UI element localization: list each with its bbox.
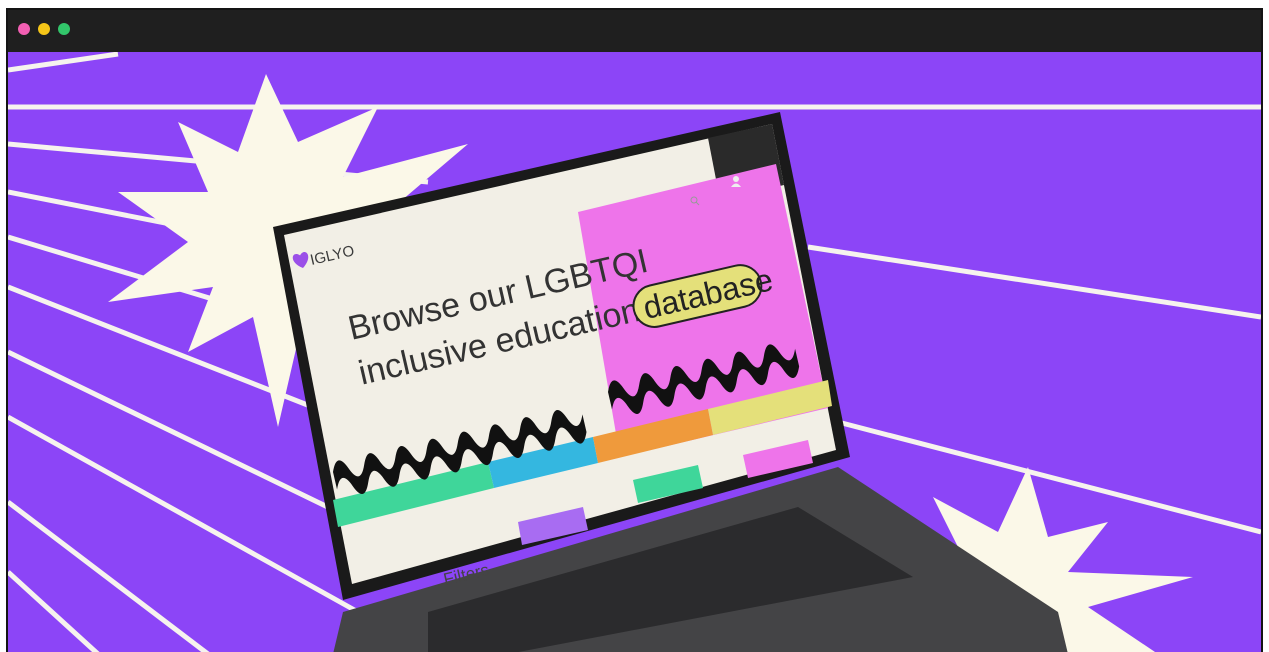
window-title-bar [8,10,1261,52]
line-7 [8,500,210,652]
close-dot[interactable] [18,23,30,35]
hero-illustration: IGLYO Browse our LGBTQI inclusive educat… [8,52,1261,652]
browser-frame: IGLYO Browse our LGBTQI inclusive educat… [6,8,1263,652]
line-6 [8,414,360,615]
maximize-dot[interactable] [58,23,70,35]
line-top-left [8,52,119,73]
illustration-canvas: IGLYO Browse our LGBTQI inclusive educat… [8,52,1261,652]
line-8 [8,570,100,652]
minimize-dot[interactable] [38,23,50,35]
line-right-1 [807,244,1261,320]
